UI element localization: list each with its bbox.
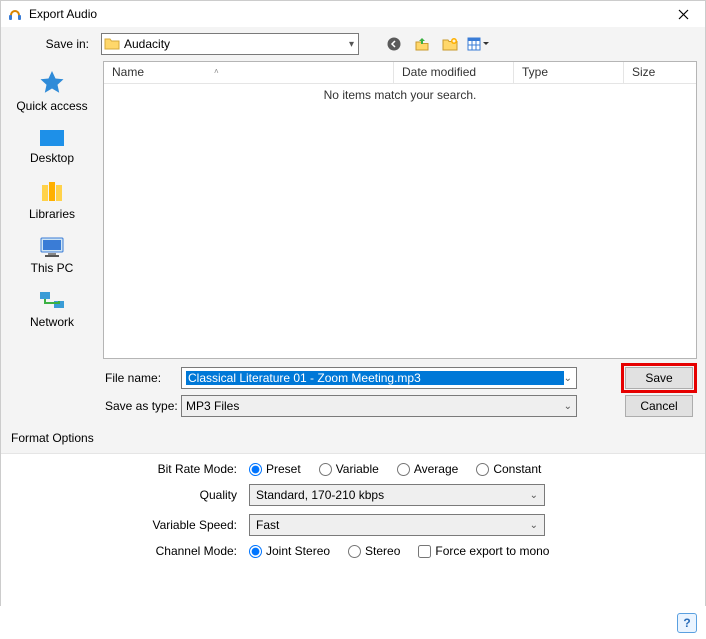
nav-icons xyxy=(383,34,489,54)
sort-indicator-icon: ˄ xyxy=(144,67,219,76)
variable-speed-value: Fast xyxy=(256,518,530,532)
folder-icon xyxy=(104,36,120,52)
column-headers: Name˄ Date modified Type Size xyxy=(104,62,696,84)
this-pc-icon xyxy=(37,235,67,259)
place-label: Libraries xyxy=(29,207,75,221)
quality-value: Standard, 170-210 kbps xyxy=(256,488,530,502)
help-button[interactable]: ? xyxy=(677,613,697,633)
place-libraries[interactable]: Libraries xyxy=(12,175,92,225)
chevron-down-icon: ⌄ xyxy=(564,401,572,412)
radio-constant[interactable]: Constant xyxy=(476,462,541,476)
new-folder-icon[interactable] xyxy=(439,34,461,54)
up-icon[interactable] xyxy=(411,34,433,54)
radio-joint-stereo[interactable]: Joint Stereo xyxy=(249,544,330,558)
place-desktop[interactable]: Desktop xyxy=(12,123,92,169)
back-icon[interactable] xyxy=(383,34,405,54)
empty-message: No items match your search. xyxy=(104,84,696,102)
title-bar: Export Audio xyxy=(1,1,705,27)
place-label: Network xyxy=(30,315,74,329)
place-label: Desktop xyxy=(30,151,74,165)
radio-average[interactable]: Average xyxy=(397,462,458,476)
cancel-button[interactable]: Cancel xyxy=(625,395,693,417)
col-date-modified[interactable]: Date modified xyxy=(394,62,514,83)
variable-speed-label: Variable Speed: xyxy=(9,518,249,532)
place-network[interactable]: Network xyxy=(12,285,92,333)
file-fields: File name: Classical Literature 01 - Zoo… xyxy=(9,367,697,417)
save-in-value: Audacity xyxy=(120,37,347,51)
checkbox-force-mono[interactable]: Force export to mono xyxy=(418,544,549,558)
format-options: Bit Rate Mode: Preset Variable Average C… xyxy=(1,453,705,639)
close-button[interactable] xyxy=(663,2,703,26)
save-in-label: Save in: xyxy=(9,37,95,51)
star-icon xyxy=(37,69,67,97)
quality-label: Quality xyxy=(9,488,249,502)
variable-speed-select[interactable]: Fast ⌄ xyxy=(249,514,545,536)
libraries-icon xyxy=(37,179,67,205)
view-menu-icon[interactable] xyxy=(467,34,489,54)
format-options-title: Format Options xyxy=(11,431,697,445)
radio-stereo[interactable]: Stereo xyxy=(348,544,400,558)
save-as-type-value: MP3 Files xyxy=(186,399,564,413)
chevron-down-icon: ⌄ xyxy=(564,373,572,384)
file-name-input[interactable]: Classical Literature 01 - Zoom Meeting.m… xyxy=(181,367,577,389)
dialog-body: Save in: Audacity ▾ Quick access Desktop xyxy=(1,27,705,605)
file-name-value: Classical Literature 01 - Zoom Meeting.m… xyxy=(186,371,564,385)
window-title: Export Audio xyxy=(29,7,663,21)
radio-preset[interactable]: Preset xyxy=(249,462,301,476)
col-name[interactable]: Name˄ xyxy=(104,62,394,83)
save-as-type-label: Save as type: xyxy=(9,399,181,413)
place-label: This PC xyxy=(31,261,74,275)
save-in-row: Save in: Audacity ▾ xyxy=(9,33,697,55)
place-label: Quick access xyxy=(16,99,87,113)
network-icon xyxy=(37,289,67,313)
quality-select[interactable]: Standard, 170-210 kbps ⌄ xyxy=(249,484,545,506)
chevron-down-icon: ⌄ xyxy=(530,520,538,531)
save-in-combo[interactable]: Audacity ▾ xyxy=(101,33,359,55)
file-list[interactable]: Name˄ Date modified Type Size No items m… xyxy=(103,61,697,359)
col-type[interactable]: Type xyxy=(514,62,624,83)
chevron-down-icon: ⌄ xyxy=(530,490,538,501)
channel-mode-label: Channel Mode: xyxy=(9,544,249,558)
col-size[interactable]: Size xyxy=(624,62,696,83)
app-icon xyxy=(7,6,23,22)
desktop-icon xyxy=(37,127,67,149)
places-bar: Quick access Desktop Libraries This PC N… xyxy=(9,61,95,359)
place-quick-access[interactable]: Quick access xyxy=(12,65,92,117)
radio-variable[interactable]: Variable xyxy=(319,462,379,476)
channel-mode-radios: Joint Stereo Stereo Force export to mono xyxy=(249,544,697,558)
file-name-label: File name: xyxy=(9,371,181,385)
save-button[interactable]: Save xyxy=(625,367,693,389)
bitrate-mode-radios: Preset Variable Average Constant xyxy=(249,462,697,476)
save-as-type-combo[interactable]: MP3 Files ⌄ xyxy=(181,395,577,417)
chevron-down-icon: ▾ xyxy=(347,39,356,50)
bitrate-mode-label: Bit Rate Mode: xyxy=(9,462,249,476)
explorer-area: Quick access Desktop Libraries This PC N… xyxy=(9,61,697,359)
place-this-pc[interactable]: This PC xyxy=(12,231,92,279)
